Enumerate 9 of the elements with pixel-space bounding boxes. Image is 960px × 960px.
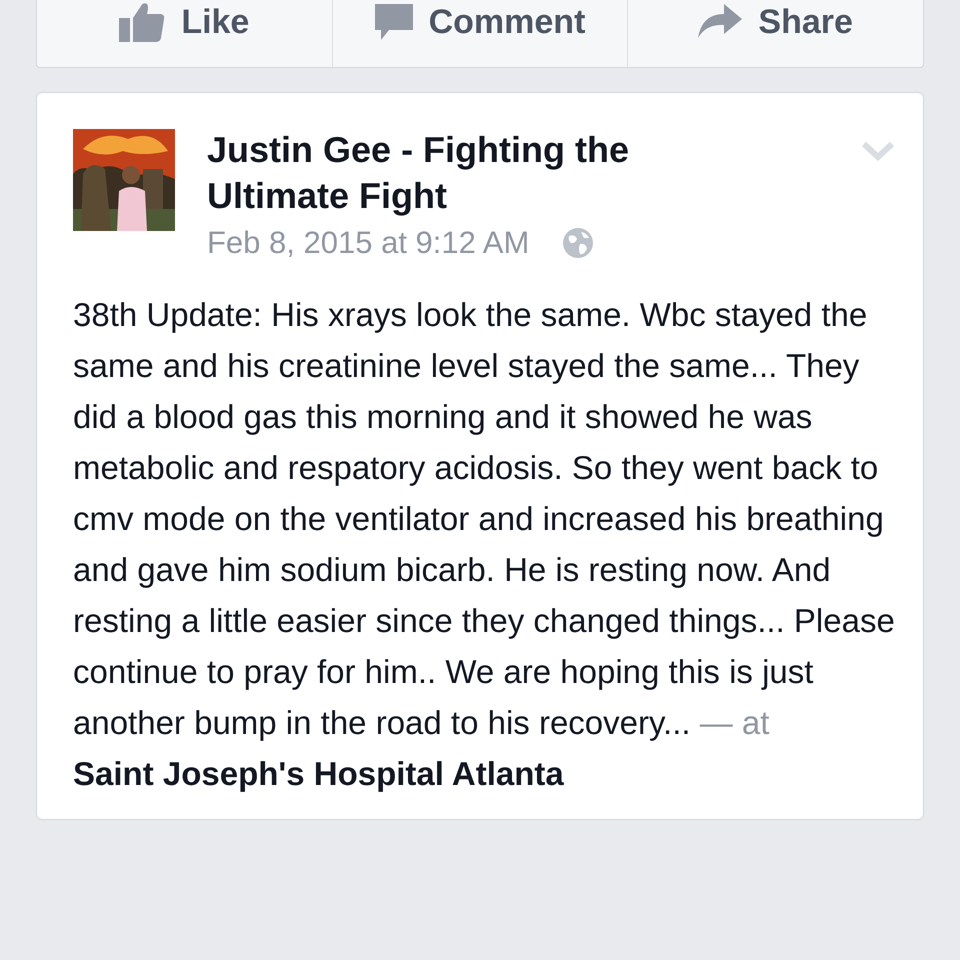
share-arrow-icon (698, 4, 742, 40)
thumbs-up-icon (119, 2, 166, 42)
post-text: 38th Update: His xrays look the same. Wbc stayed the same and his creatinine level stayed the same... They did a blood gas this morning and it showed he was metabolic and respatory acidosis. So they went back to cmv mode on the ventilator and increased his breathing and gave him sodium bicarb. He is resting now. And resting a little easier since they changed things... Please continue to pray for him.. We are hoping this is just another bump in the road to his recovery... — at Saint Joseph's Hospital Atlanta (73, 295, 895, 794)
location-link[interactable]: Saint Joseph's Hospital Atlanta (73, 755, 564, 792)
comment-button[interactable]: Comment (332, 0, 628, 67)
share-button[interactable]: Share (627, 0, 924, 67)
like-button[interactable]: Like (37, 0, 332, 67)
speech-bubble-icon (374, 2, 413, 42)
author-name[interactable]: Justin Gee - Fighting the Ultimate Fight (207, 127, 687, 219)
